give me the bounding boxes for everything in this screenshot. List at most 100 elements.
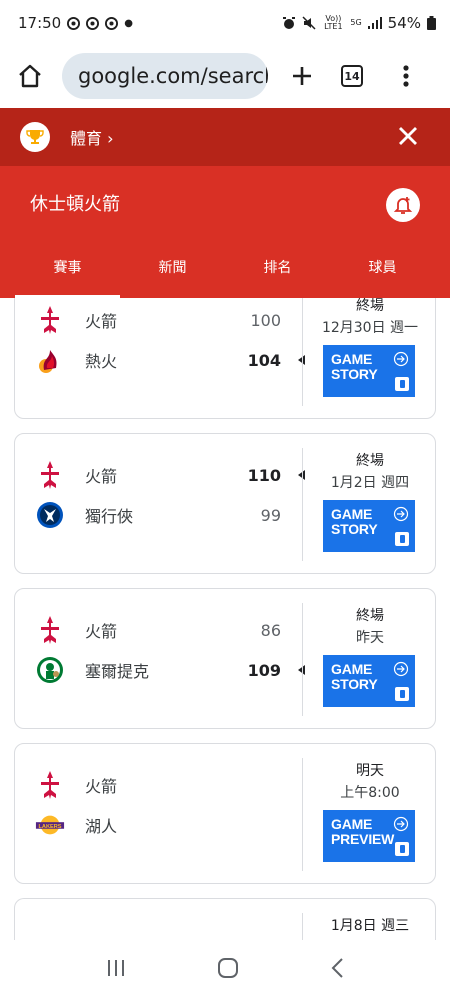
divider (302, 913, 303, 940)
team-name: 湖人 (85, 817, 118, 836)
status-left: 17:50 ● (18, 14, 133, 32)
tab-players[interactable]: 球員 (330, 236, 435, 298)
tab-news[interactable]: 新聞 (120, 236, 225, 298)
browser-toolbar: google.com/search 14 (0, 46, 450, 106)
close-icon (399, 127, 417, 145)
game-status: 終場 (356, 298, 384, 314)
game-card[interactable]: 火箭 100 熱火 104 終場 12月30日 週一 GAME STORY (14, 298, 436, 419)
team-name: 火箭 (85, 777, 118, 796)
celtics-logo-icon (35, 655, 65, 685)
story-book-icon (395, 842, 409, 856)
games-list[interactable]: 火箭 100 熱火 104 終場 12月30日 週一 GAME STORY 火箭 110 獨行俠 99… (0, 298, 450, 940)
recent-apps-icon (107, 960, 124, 976)
arrow-circle-icon (393, 816, 409, 835)
game-card[interactable]: 火箭 LAKERS 湖人 明天上午8:00 GAME PREVIEW (14, 743, 436, 884)
home-nav-button[interactable] (217, 957, 239, 983)
game-status: 明天 (356, 763, 384, 779)
volte-indicator: Vo)) LTE1 (324, 14, 343, 31)
team-name: 火箭 (85, 312, 118, 331)
clock: 17:50 (18, 14, 62, 32)
chrome-notification-icon (86, 16, 100, 30)
team-row: 火箭 86 (35, 615, 305, 645)
team-name: 塞爾提克 (85, 662, 150, 681)
divider (302, 448, 303, 561)
game-card[interactable]: 火箭 110 獨行俠 99 終場 1月2日 週四 GAME STORY (14, 433, 436, 574)
arrow-circle-icon (393, 506, 409, 525)
browser-menu-button[interactable] (388, 58, 424, 94)
follow-notification-button[interactable] (386, 188, 420, 222)
team-name: 火箭 (85, 467, 118, 486)
team-row: 火箭 110 (35, 460, 305, 490)
back-button[interactable] (330, 957, 344, 983)
mute-icon (302, 16, 316, 30)
more-vert-icon (403, 65, 409, 87)
signal-icon (367, 17, 382, 29)
team-row: 塞爾提克 109 (35, 655, 305, 685)
divider (302, 758, 303, 871)
team-score: 109 (247, 660, 281, 680)
story-book-icon (395, 687, 409, 701)
add-alert-icon (393, 197, 413, 214)
new-tab-button[interactable] (284, 58, 320, 94)
status-right: Vo)) LTE1 5G 54% (282, 14, 436, 32)
tab-count: 14 (341, 65, 363, 87)
games-list-inner: 火箭 100 熱火 104 終場 12月30日 週一 GAME STORY 火箭 110 獨行俠 99… (0, 298, 450, 940)
team-row: 火箭 100 (35, 305, 305, 335)
tab-games[interactable]: 賽事 (15, 236, 120, 298)
back-icon (331, 958, 344, 978)
story-book-icon (395, 532, 409, 546)
story-book-icon (395, 377, 409, 391)
heat-logo-icon (35, 345, 65, 375)
team-score: 99 (260, 505, 281, 525)
team-score: 100 (250, 310, 281, 330)
home-icon (19, 64, 41, 88)
game-date: 1月8日 週三 (330, 918, 410, 934)
game-date: 1月2日 週四 (330, 475, 410, 491)
tab-standings[interactable]: 排名 (225, 236, 330, 298)
game-card-partial[interactable]: 1月8日 週三 (14, 898, 436, 940)
team-name: 獨行俠 (85, 507, 134, 526)
system-nav-bar (0, 940, 450, 1000)
team-row: 火箭 (35, 770, 305, 800)
game-story-button[interactable]: GAME STORY (323, 500, 415, 552)
arrow-circle-icon (393, 351, 409, 370)
sports-breadcrumb-link[interactable]: 體育 › (70, 125, 114, 149)
team-header: 休士頓火箭 賽事 新聞 排名 球員 (0, 166, 450, 298)
team-row: 熱火 104 (35, 345, 305, 375)
mavericks-logo-icon (35, 500, 65, 530)
svg-text:LAKERS: LAKERS (38, 824, 61, 830)
game-story-button[interactable]: GAME STORY (323, 345, 415, 397)
divider (302, 603, 303, 716)
game-story-button[interactable]: GAME PREVIEW (323, 810, 415, 862)
game-story-button[interactable]: GAME STORY (323, 655, 415, 707)
team-name: 熱火 (85, 352, 118, 371)
battery-percent: 54% (387, 14, 421, 32)
alarm-icon (283, 17, 296, 29)
sports-bar: 體育 › (0, 108, 450, 166)
url-text: google.com/search (78, 64, 268, 88)
team-title: 休士頓火箭 (30, 194, 120, 215)
team-score: 110 (247, 465, 281, 485)
team-score: 86 (260, 620, 281, 640)
rockets-logo-icon (35, 615, 65, 645)
tab-switcher-button[interactable]: 14 (334, 58, 370, 94)
5g-indicator: 5G (350, 18, 362, 27)
game-date: 上午8:00 (340, 785, 400, 801)
team-score: 104 (247, 350, 281, 370)
arrow-circle-icon (393, 661, 409, 680)
game-status: 終場 (356, 608, 384, 624)
home-button[interactable] (12, 58, 48, 94)
rockets-logo-icon (35, 770, 65, 800)
close-button[interactable] (396, 124, 420, 152)
home-nav-icon (217, 958, 238, 978)
game-card[interactable]: 火箭 86 塞爾提克 109 終場昨天 GAME STORY (14, 588, 436, 729)
plus-icon (293, 67, 311, 85)
game-date: 昨天 (356, 630, 384, 646)
recent-apps-button[interactable] (106, 959, 126, 981)
chrome-notification-icon (105, 16, 119, 30)
team-row: LAKERS 湖人 (35, 810, 305, 840)
more-notifications-dot-icon: ● (124, 17, 133, 29)
team-tabs: 賽事 新聞 排名 球員 (0, 236, 450, 298)
lakers-logo-icon: LAKERS (35, 810, 65, 840)
address-bar[interactable]: google.com/search (62, 53, 268, 99)
